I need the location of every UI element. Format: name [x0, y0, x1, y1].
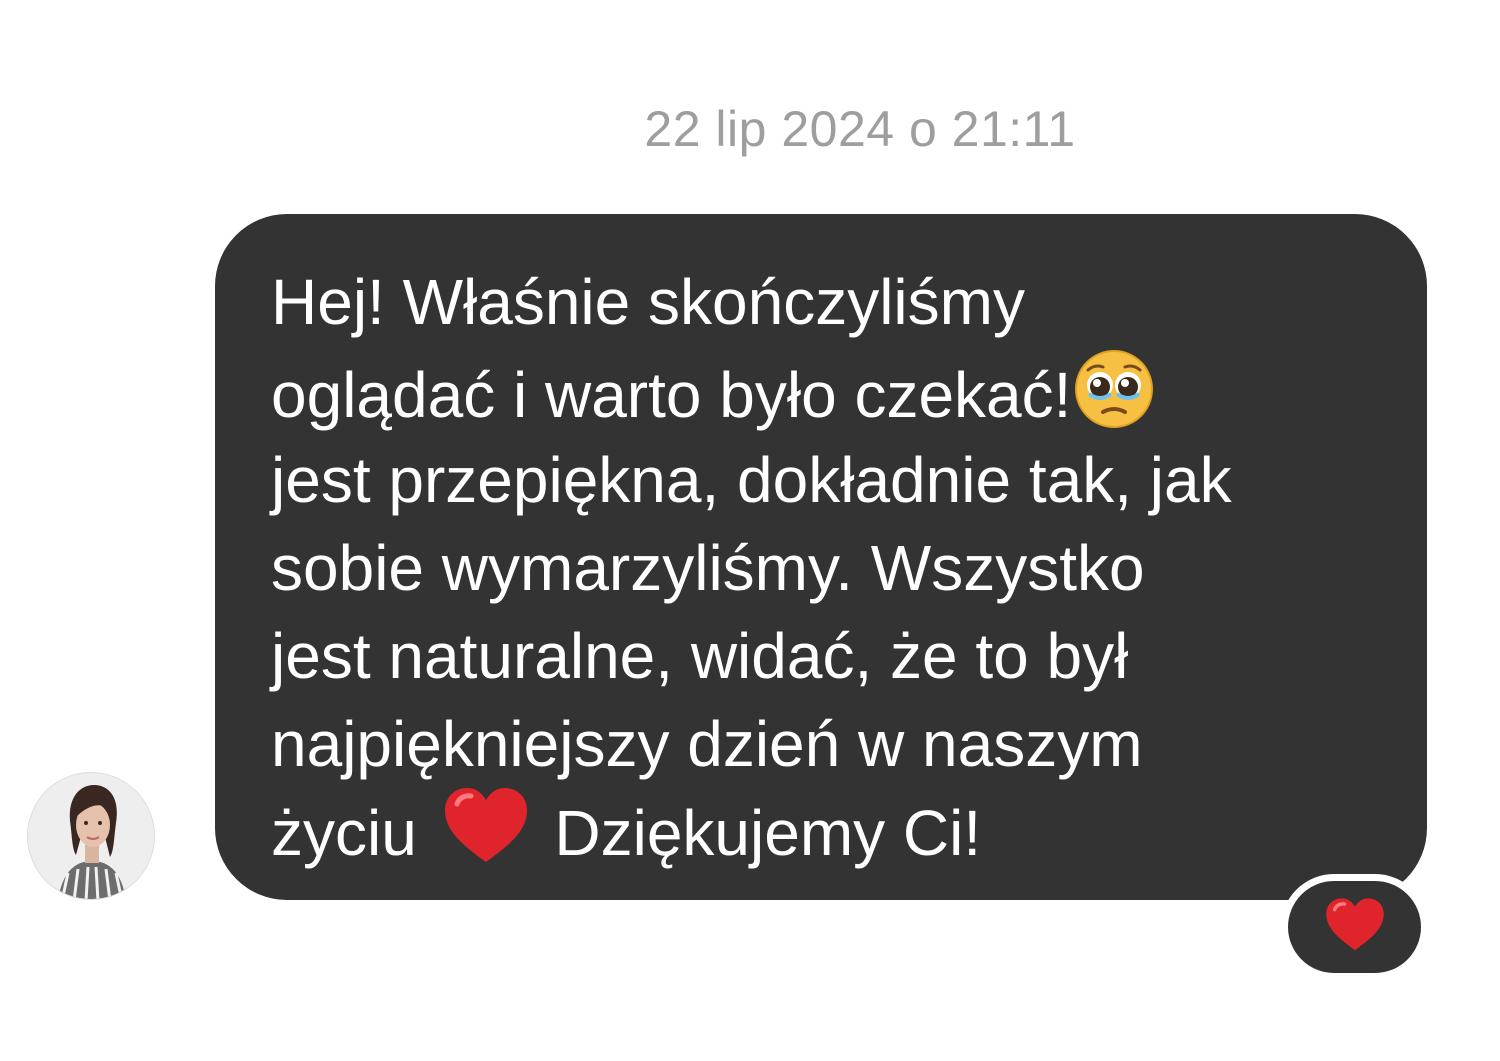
message-line-7a: życiu [271, 796, 417, 869]
message-line-3: jest przepiękna, dokładnie tak, jak [271, 444, 1232, 516]
timestamp-text: 22 lip 2024 o 21:11 [644, 101, 1076, 157]
message-timestamp: 22 lip 2024 o 21:11 [0, 100, 1500, 158]
sender-avatar[interactable] [27, 772, 155, 900]
red-heart-icon [1323, 897, 1387, 958]
message-line-2: oglądać i warto było czekać! [271, 358, 1072, 431]
message-line-2-wrap: oglądać i warto było czekać! [271, 350, 1155, 440]
message-line-5: jest naturalne, widać, że to był [271, 620, 1129, 692]
message-line-1: Hej! Właśnie skończyliśmy [271, 266, 1025, 338]
message-bubble[interactable]: Hej! Właśnie skończyliśmy oglądać i wart… [215, 214, 1427, 900]
message-line-6: najpiękniejszy dzień w naszym [271, 708, 1143, 780]
avatar-photo [28, 773, 154, 899]
message-reaction[interactable] [1281, 874, 1428, 980]
message-line-7-wrap: życiu Dziękujemy Ci! [271, 788, 982, 876]
message-line-7b: Dziękujemy Ci! [554, 796, 982, 869]
message-line-4: sobie wymarzyliśmy. Wszystko [271, 532, 1145, 604]
red-heart-icon [435, 788, 537, 876]
pleading-face-icon [1071, 350, 1155, 440]
